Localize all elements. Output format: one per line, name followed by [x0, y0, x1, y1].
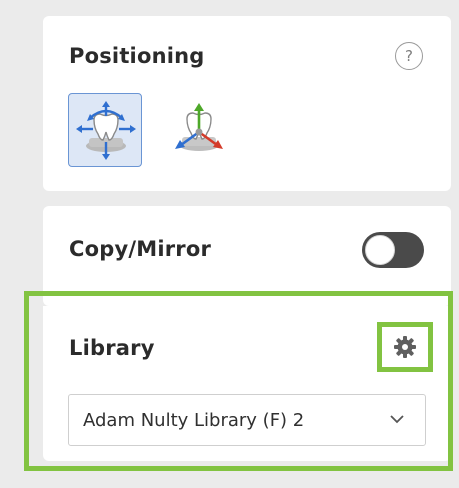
library-select[interactable]: Adam Nulty Library (F) 2 — [68, 394, 426, 446]
gear-icon — [394, 336, 416, 358]
toggle-knob — [365, 235, 395, 265]
library-title: Library — [69, 336, 155, 360]
library-settings-button[interactable] — [377, 322, 433, 372]
help-button[interactable]: ? — [395, 42, 423, 70]
positioning-title: Positioning — [69, 44, 205, 68]
library-card: Library Adam Nulty Library (F) 2 — [43, 306, 451, 461]
library-selected-value: Adam Nulty Library (F) 2 — [83, 410, 305, 431]
positioning-card: Positioning ? — [43, 16, 451, 191]
chevron-down-icon — [390, 415, 404, 424]
axis-tool-button[interactable] — [162, 93, 236, 167]
tooth-xyz-axes-icon — [175, 103, 223, 151]
copy-mirror-card: Copy/Mirror — [43, 206, 451, 306]
move-rotate-tool-button[interactable] — [68, 93, 142, 167]
tooth-move-arrows-icon — [76, 101, 136, 160]
copy-mirror-title: Copy/Mirror — [69, 237, 212, 261]
help-icon: ? — [405, 47, 413, 65]
copy-mirror-toggle[interactable] — [362, 232, 424, 268]
properties-panel: Positioning ? Copy/Mirror Library Adam N… — [0, 0, 459, 488]
